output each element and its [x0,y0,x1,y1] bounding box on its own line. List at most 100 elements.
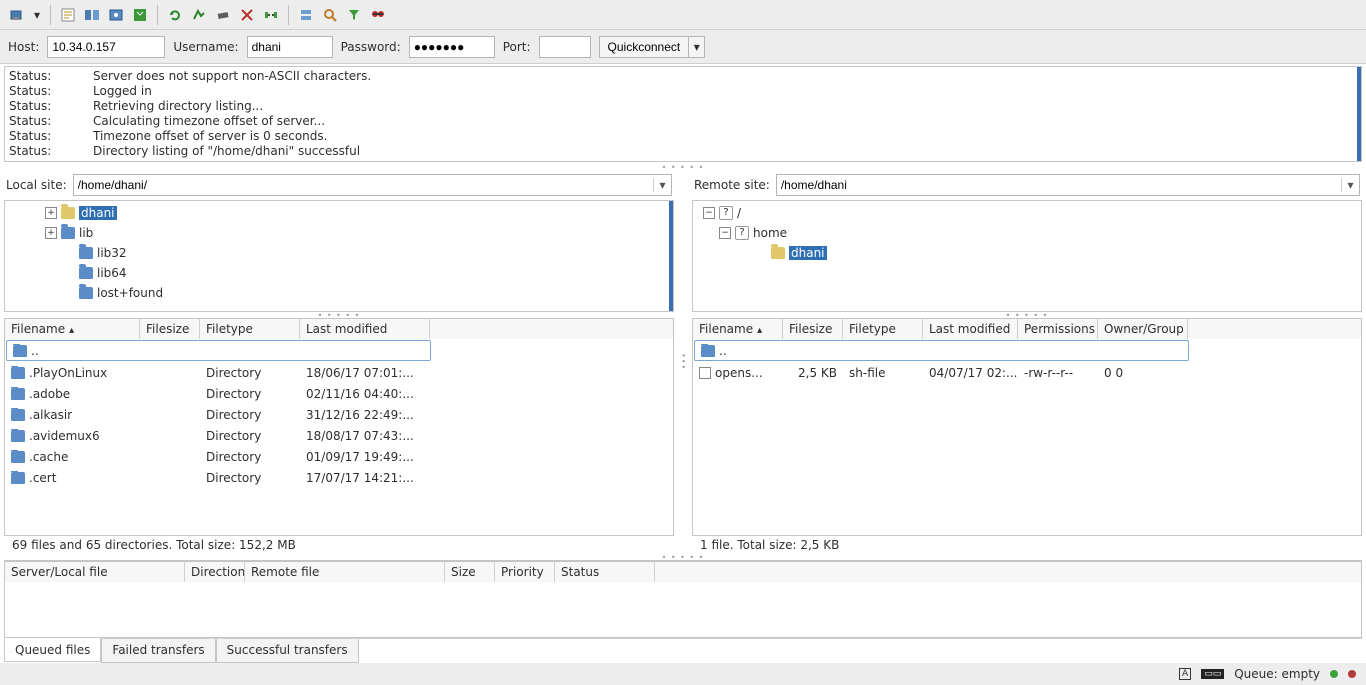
parent-dir-row[interactable]: .. [694,340,1189,361]
queue-headers: Server/Local fileDirectionRemote fileSiz… [4,561,1362,582]
disconnect-icon[interactable] [260,4,282,26]
column-header[interactable]: Filetype [200,319,300,339]
site-manager-dropdown-icon[interactable]: ▾ [30,4,44,26]
sync-icon[interactable] [105,4,127,26]
column-header[interactable]: Filename [693,319,783,339]
checkbox[interactable] [699,367,711,379]
column-header[interactable]: Filename [5,319,140,339]
tree-label: lost+found [97,286,163,300]
column-header[interactable]: Filesize [783,319,843,339]
password-input[interactable] [409,36,495,58]
tree-item[interactable]: −?/ [693,203,1361,223]
file-size: 2,5 KB [783,366,843,380]
log-scrollbar[interactable] [1357,67,1361,161]
column-header[interactable]: Filetype [843,319,923,339]
column-header[interactable]: Permissions [1018,319,1098,339]
file-name: .avidemux6 [29,429,100,443]
port-input[interactable] [539,36,591,58]
list-item[interactable]: opens...2,5 KBsh-file04/07/17 02:...-rw-… [693,362,1361,383]
local-site-input[interactable] [74,178,653,192]
tree-item[interactable]: lib32 [5,243,673,263]
edit-icon[interactable] [57,4,79,26]
sort-icon [69,322,74,336]
remote-site-combo[interactable]: ▾ [776,174,1360,196]
bookmark-icon[interactable] [129,4,151,26]
list-item[interactable]: .cacheDirectory01/09/17 19:49:... [5,446,673,467]
tree-expander-icon[interactable]: − [719,227,731,239]
local-tree-scrollbar[interactable] [669,201,673,311]
search-icon[interactable] [319,4,341,26]
local-file-list[interactable]: ...PlayOnLinuxDirectory18/06/17 07:01:..… [4,339,674,536]
tree-item[interactable]: lost+found [5,283,673,303]
process-queue-icon[interactable] [188,4,210,26]
quickconnect-bar: Host: Username: Password: Port: Quickcon… [0,30,1366,64]
compare-icon[interactable] [81,4,103,26]
find-icon[interactable] [367,4,389,26]
folder-icon [13,345,27,357]
remote-tree[interactable]: −?/−?homedhani [692,200,1362,312]
tree-item[interactable]: lib64 [5,263,673,283]
column-header[interactable]: Remote file [245,562,445,582]
queue-tab[interactable]: Queued files [4,638,101,662]
chevron-down-icon[interactable]: ▾ [1341,178,1359,192]
quickconnect-button[interactable]: Quickconnect [599,36,690,58]
remote-file-list[interactable]: ..opens...2,5 KBsh-file04/07/17 02:...-r… [692,339,1362,536]
stop-icon[interactable] [212,4,234,26]
parent-dir-row[interactable]: .. [6,340,431,361]
separator [157,5,158,25]
chevron-down-icon[interactable]: ▾ [653,178,671,192]
column-header[interactable]: Last modified [923,319,1018,339]
tree-item[interactable]: +lib [5,223,673,243]
quickconnect-dropdown-icon[interactable]: ▾ [689,36,705,58]
file-type: Directory [200,471,300,485]
log-msg: Server does not support non-ASCII charac… [93,69,371,84]
file-name: .PlayOnLinux [29,366,107,380]
queue-tab[interactable]: Successful transfers [216,639,359,663]
server-icon[interactable] [295,4,317,26]
username-input[interactable] [247,36,333,58]
host-input[interactable] [47,36,165,58]
remote-site-input[interactable] [777,178,1341,192]
folder-icon [61,227,75,239]
queue-tab[interactable]: Failed transfers [101,639,215,663]
list-item[interactable]: .alkasirDirectory31/12/16 22:49:... [5,404,673,425]
refresh-icon[interactable] [164,4,186,26]
column-header[interactable]: Filesize [140,319,200,339]
password-label: Password: [341,40,401,54]
filter-icon[interactable] [343,4,365,26]
file-type: Directory [200,366,300,380]
tree-item[interactable]: −?home [693,223,1361,243]
queue-list[interactable] [4,582,1362,638]
tree-expander-icon[interactable]: + [45,227,57,239]
log-key: Status: [9,114,69,129]
transfer-queue: Server/Local fileDirectionRemote fileSiz… [4,560,1362,663]
column-header[interactable]: Owner/Group [1098,319,1188,339]
message-log[interactable]: Status: Server does not support non-ASCII… [4,66,1362,162]
tree-expander-icon[interactable]: − [703,207,715,219]
list-item[interactable]: .avidemux6Directory18/08/17 07:43:... [5,425,673,446]
local-site-combo[interactable]: ▾ [73,174,672,196]
file-name: .. [31,344,39,358]
column-header[interactable]: Status [555,562,655,582]
layout-indicator-icon: ▭▭ [1201,669,1224,679]
column-header[interactable]: Priority [495,562,555,582]
splitter-v[interactable]: ••• [680,170,686,554]
column-header[interactable]: Direction [185,562,245,582]
tree-expander-icon[interactable]: + [45,207,57,219]
tree-item[interactable]: dhani [693,243,1361,263]
column-header[interactable]: Server/Local file [5,562,185,582]
list-item[interactable]: .certDirectory17/07/17 14:21:... [5,467,673,488]
file-name: .cert [29,471,56,485]
column-header[interactable]: Last modified [300,319,430,339]
tree-label: dhani [79,206,117,220]
site-manager-icon[interactable] [6,4,28,26]
file-type: sh-file [843,366,923,380]
log-msg: Directory listing of "/home/dhani" succe… [93,144,360,159]
column-header[interactable]: Size [445,562,495,582]
file-name: opens... [715,366,763,380]
tree-item[interactable]: + dhani [5,203,673,223]
cancel-icon[interactable] [236,4,258,26]
list-item[interactable]: .adobeDirectory02/11/16 04:40:... [5,383,673,404]
local-tree[interactable]: + dhani +liblib32lib64 lost+found [4,200,674,312]
list-item[interactable]: .PlayOnLinuxDirectory18/06/17 07:01:... [5,362,673,383]
